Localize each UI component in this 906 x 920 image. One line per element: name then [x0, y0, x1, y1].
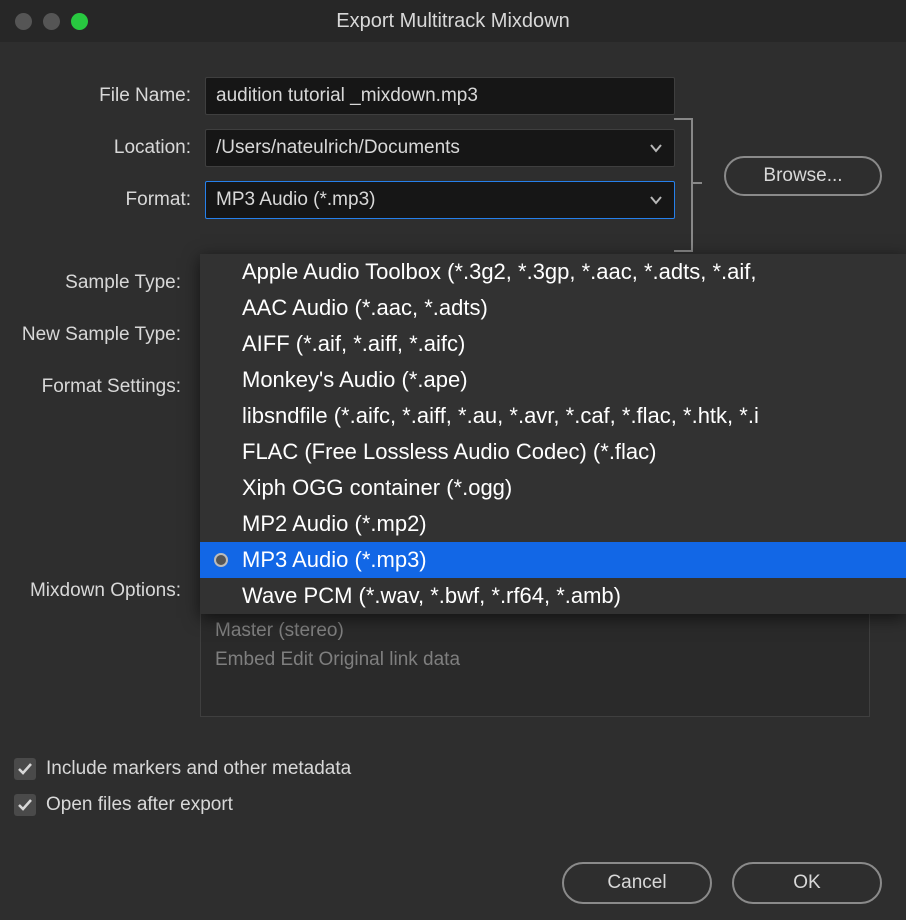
format-option-label: libsndfile (*.aifc, *.aiff, *.au, *.avr,… [242, 403, 759, 429]
form-area: File Name: audition tutorial _mixdown.mp… [10, 62, 896, 226]
format-option[interactable]: AAC Audio (*.aac, *.adts) [200, 290, 906, 326]
format-select[interactable]: MP3 Audio (*.mp3) [205, 181, 675, 219]
format-dropdown-panel[interactable]: Apple Audio Toolbox (*.3g2, *.3gp, *.aac… [200, 254, 906, 614]
chevron-down-icon [648, 140, 664, 156]
checkbox-icon-checked [14, 794, 36, 816]
format-option[interactable]: Monkey's Audio (*.ape) [200, 362, 906, 398]
format-option[interactable]: libsndfile (*.aifc, *.aiff, *.au, *.avr,… [200, 398, 906, 434]
cancel-button[interactable]: Cancel [562, 862, 712, 904]
format-option-label: Wave PCM (*.wav, *.bwf, *.rf64, *.amb) [242, 583, 621, 609]
format-option-label: Xiph OGG container (*.ogg) [242, 475, 512, 501]
format-option[interactable]: FLAC (Free Lossless Audio Codec) (*.flac… [200, 434, 906, 470]
browse-button[interactable]: Browse... [724, 156, 882, 196]
format-option[interactable]: Apple Audio Toolbox (*.3g2, *.3gp, *.aac… [200, 254, 906, 290]
location-value: /Users/nateulrich/Documents [216, 137, 460, 159]
mixdown-line-master: Master (stereo) [215, 617, 855, 646]
label-mixdown-options: Mixdown Options: [0, 580, 195, 602]
checkbox-icon-checked [14, 758, 36, 780]
close-window-button[interactable] [15, 13, 32, 30]
ok-button[interactable]: OK [732, 862, 882, 904]
format-option-label: MP3 Audio (*.mp3) [242, 547, 427, 573]
format-option[interactable]: Xiph OGG container (*.ogg) [200, 470, 906, 506]
cancel-label: Cancel [607, 872, 666, 894]
checkbox-group: Include markers and other metadata Open … [14, 758, 351, 816]
format-option-label: FLAC (Free Lossless Audio Codec) (*.flac… [242, 439, 657, 465]
group-bracket [674, 114, 704, 256]
window-title: Export Multitrack Mixdown [0, 10, 906, 33]
label-format: Format: [10, 189, 205, 211]
format-option-label: Apple Audio Toolbox (*.3g2, *.3gp, *.aac… [242, 259, 757, 285]
checkbox-label-include: Include markers and other metadata [46, 758, 351, 780]
format-option[interactable]: MP3 Audio (*.mp3) [200, 542, 906, 578]
label-sample-type: Sample Type: [0, 272, 181, 294]
browse-label: Browse... [763, 165, 842, 187]
mixdown-options-box: Master (stereo) Embed Edit Original link… [200, 607, 870, 717]
ok-label: OK [793, 872, 820, 894]
format-option[interactable]: MP2 Audio (*.mp2) [200, 506, 906, 542]
chevron-down-icon [648, 192, 664, 208]
location-select[interactable]: /Users/nateulrich/Documents [205, 129, 675, 167]
dialog-body: File Name: audition tutorial _mixdown.mp… [0, 42, 906, 920]
file-name-input[interactable]: audition tutorial _mixdown.mp3 [205, 77, 675, 115]
checkbox-label-open: Open files after export [46, 794, 233, 816]
minimize-window-button[interactable] [43, 13, 60, 30]
format-option-label: AIFF (*.aif, *.aiff, *.aifc) [242, 331, 465, 357]
maximize-window-button[interactable] [71, 13, 88, 30]
format-value: MP3 Audio (*.mp3) [216, 189, 375, 211]
format-option-label: MP2 Audio (*.mp2) [242, 511, 427, 537]
format-option[interactable]: Wave PCM (*.wav, *.bwf, *.rf64, *.amb) [200, 578, 906, 614]
label-new-sample-type: New Sample Type: [0, 324, 181, 346]
format-option[interactable]: AIFF (*.aif, *.aiff, *.aifc) [200, 326, 906, 362]
label-file-name: File Name: [10, 85, 205, 107]
file-name-value: audition tutorial _mixdown.mp3 [216, 85, 478, 107]
radio-selected-icon [214, 553, 228, 567]
traffic-lights [0, 13, 88, 30]
checkbox-include-markers[interactable]: Include markers and other metadata [14, 758, 351, 780]
mixdown-line-embed: Embed Edit Original link data [215, 646, 855, 675]
format-option-label: AAC Audio (*.aac, *.adts) [242, 295, 488, 321]
buttons-bar: Cancel OK [0, 862, 906, 904]
hidden-labels: Sample Type: New Sample Type: Format Set… [0, 272, 195, 398]
row-file-name: File Name: audition tutorial _mixdown.mp… [10, 70, 896, 122]
label-format-settings: Format Settings: [0, 376, 181, 398]
label-location: Location: [10, 137, 205, 159]
checkbox-open-files[interactable]: Open files after export [14, 794, 351, 816]
format-option-label: Monkey's Audio (*.ape) [242, 367, 468, 393]
titlebar: Export Multitrack Mixdown [0, 0, 906, 42]
